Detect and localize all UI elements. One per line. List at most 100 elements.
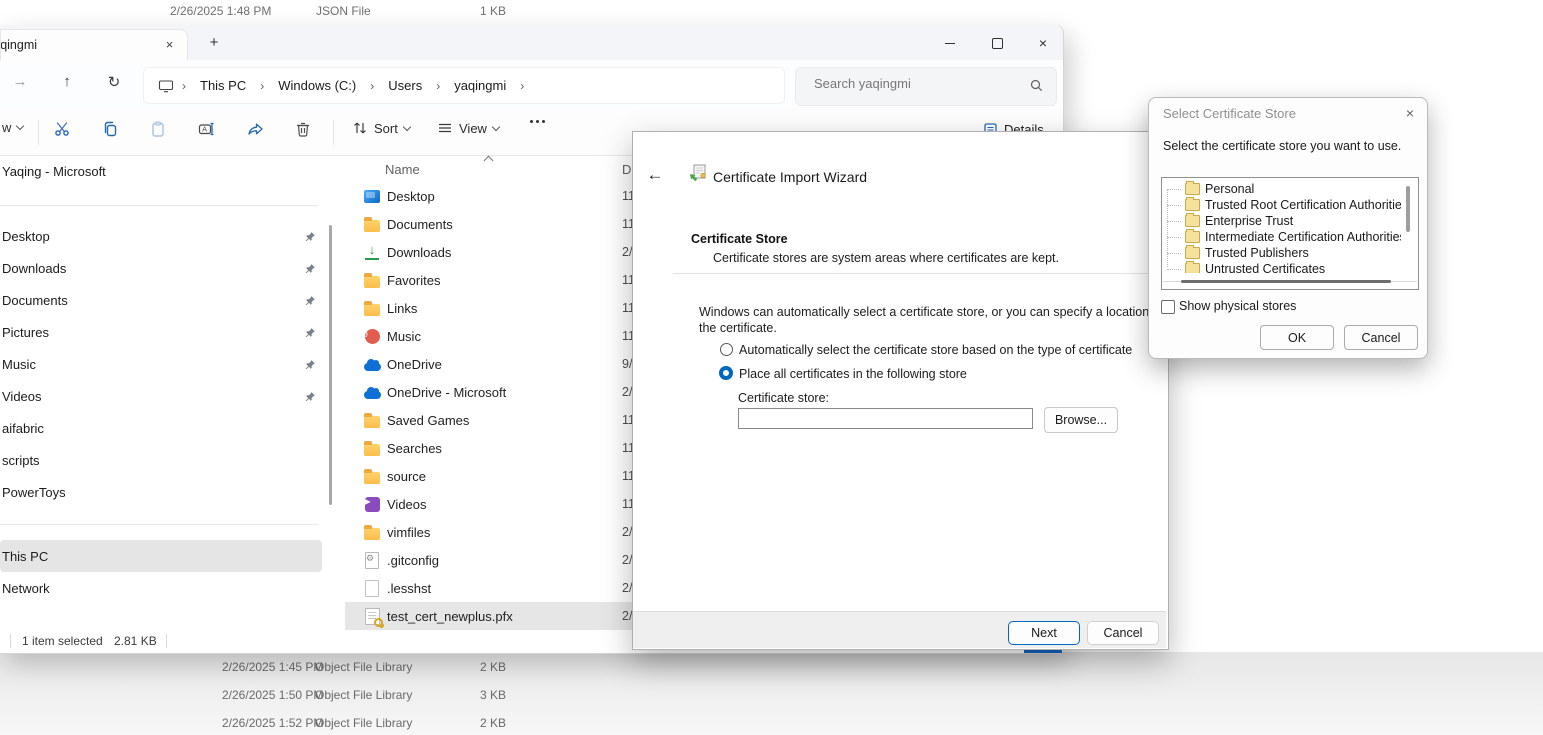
browse-button[interactable]: Browse... <box>1044 407 1118 433</box>
ok-button[interactable]: OK <box>1260 325 1334 350</box>
tree-guide <box>1167 269 1181 270</box>
radio-auto-select-label: Automatically select the certificate sto… <box>739 343 1132 357</box>
clipboard-icon <box>149 120 167 138</box>
sidebar-item[interactable]: Videos <box>0 380 322 412</box>
forward-icon[interactable]: → <box>8 73 32 90</box>
tree-item[interactable]: Trusted Root Certification Authorities <box>1163 197 1401 213</box>
breadcrumb-item[interactable]: Windows (C:) <box>272 78 382 93</box>
view-button[interactable]: View <box>437 120 499 136</box>
breadcrumb-item[interactable]: This PC <box>194 78 272 93</box>
bg-row-type: Object File Library <box>315 660 412 674</box>
file-row[interactable]: .gitconfig 2/ <box>345 546 635 574</box>
sidebar-item-label: Videos <box>2 389 42 404</box>
dialog-cancel-button[interactable]: Cancel <box>1344 325 1418 350</box>
file-name: test_cert_newplus.pfx <box>387 609 513 624</box>
radio-auto-select[interactable] <box>720 343 733 356</box>
up-icon[interactable]: ↑ <box>55 73 79 90</box>
tree-item[interactable]: Untrusted Certificates <box>1163 261 1401 273</box>
chevron-down-icon <box>492 122 500 130</box>
file-date-partial: 2/ <box>622 553 632 567</box>
tree-guide <box>1167 237 1181 238</box>
sidebar-item[interactable]: Desktop <box>0 220 322 252</box>
breadcrumb: This PC Windows (C:) Users yaqingmi <box>143 67 785 104</box>
sidebar-item[interactable]: aifabric <box>0 412 322 444</box>
file-row[interactable]: source 11/ <box>345 462 635 490</box>
copy-button[interactable] <box>101 120 119 138</box>
tree-vertical-scrollbar[interactable] <box>1406 186 1410 232</box>
chevron-right-icon <box>174 79 194 93</box>
file-row[interactable]: test_cert_newplus.pfx 2/ <box>345 602 635 630</box>
tree-item[interactable]: Trusted Publishers <box>1163 245 1401 261</box>
sidebar-item-label: scripts <box>2 453 40 468</box>
chevron-right-icon <box>252 79 272 93</box>
new-tab-button[interactable]: + <box>204 33 224 53</box>
sidebar-item[interactable]: Documents <box>0 284 322 316</box>
sidebar-item-label: aifabric <box>2 421 44 436</box>
refresh-icon[interactable]: ↻ <box>102 73 126 91</box>
tree-horizontal-scrollbar[interactable] <box>1181 280 1391 283</box>
tree-item[interactable]: Personal <box>1163 181 1401 197</box>
close-button[interactable]: × <box>1021 28 1065 58</box>
close-icon[interactable]: × <box>1401 104 1419 122</box>
tree-item[interactable]: Enterprise Trust <box>1163 213 1401 229</box>
explorer-tab[interactable]: yaqingmi × <box>0 29 188 61</box>
sidebar-item[interactable]: Downloads <box>0 252 322 284</box>
search-input[interactable] <box>812 75 1016 92</box>
breadcrumb-items: This PC Windows (C:) Users yaqingmi <box>194 78 532 93</box>
file-row[interactable]: vimfiles 2/ <box>345 518 635 546</box>
tree-item[interactable]: Intermediate Certification Authorities <box>1163 229 1401 245</box>
tab-title: yaqingmi <box>0 38 37 52</box>
file-row[interactable]: Links 11/ <box>345 294 635 322</box>
sidebar-item[interactable]: scripts <box>0 444 322 476</box>
more-options-button[interactable] <box>530 120 545 123</box>
tab-close-icon[interactable]: × <box>161 37 178 54</box>
new-button-cut[interactable]: w <box>2 120 23 135</box>
folder-icon <box>1185 199 1200 211</box>
minimize-button[interactable] <box>928 28 972 58</box>
sidebar-system: This PC Network <box>0 540 322 604</box>
file-row[interactable]: OneDrive 9/ <box>345 350 635 378</box>
next-button[interactable]: Next <box>1008 621 1080 645</box>
paste-button[interactable] <box>149 120 167 138</box>
file-row[interactable]: Downloads 2/ <box>345 238 635 266</box>
back-arrow-icon[interactable]: ← <box>643 165 667 185</box>
sidebar-scrollbar[interactable] <box>329 225 332 505</box>
file-row[interactable]: Documents 11/ <box>345 210 635 238</box>
breadcrumb-label: This PC <box>194 78 252 93</box>
file-row[interactable]: Favorites 11/ <box>345 266 635 294</box>
breadcrumb-item[interactable]: Users <box>382 78 448 93</box>
tree-item-label: Intermediate Certification Authorities <box>1205 230 1401 244</box>
file-date-partial: 2/ <box>622 245 632 259</box>
sidebar-item[interactable]: This PC <box>0 540 322 572</box>
file-row[interactable]: Videos 11/ <box>345 490 635 518</box>
delete-button[interactable] <box>294 120 312 138</box>
file-row[interactable]: OneDrive - Microsoft 2/ <box>345 378 635 406</box>
radio-place-all[interactable] <box>719 366 733 380</box>
maximize-button[interactable] <box>975 28 1019 58</box>
file-icon <box>363 327 381 345</box>
file-row[interactable]: Music 11/ <box>345 322 635 350</box>
sort-button[interactable]: Sort <box>352 120 410 136</box>
chevron-right-icon <box>428 79 448 93</box>
sidebar-item[interactable]: Network <box>0 572 322 604</box>
certificate-store-input[interactable] <box>739 409 1032 428</box>
column-header-name[interactable]: Name <box>385 162 420 177</box>
share-button[interactable] <box>246 120 264 138</box>
rename-button[interactable]: A <box>197 120 215 138</box>
sidebar-item-onedrive[interactable]: Yaqing - Microsoft <box>0 155 322 187</box>
show-physical-stores-checkbox[interactable] <box>1161 300 1175 314</box>
file-row[interactable]: Desktop 11/ <box>345 182 635 210</box>
file-name: Links <box>387 301 417 316</box>
sidebar-item[interactable]: Pictures <box>0 316 322 348</box>
breadcrumb-item[interactable]: yaqingmi <box>448 78 532 93</box>
screen: 2/26/2025 1:48 PM JSON File 1 KB 2/26/20… <box>0 0 1543 735</box>
file-row[interactable]: .lesshst 2/ <box>345 574 635 602</box>
certificate-store-field[interactable] <box>738 408 1033 429</box>
sidebar-item[interactable]: Music <box>0 348 322 380</box>
file-row[interactable]: Searches 11/ <box>345 434 635 462</box>
cancel-button[interactable]: Cancel <box>1087 621 1159 645</box>
sidebar-item[interactable]: PowerToys <box>0 476 322 508</box>
cut-button[interactable] <box>53 120 71 138</box>
search-box[interactable] <box>795 67 1057 106</box>
file-row[interactable]: Saved Games 11/ <box>345 406 635 434</box>
